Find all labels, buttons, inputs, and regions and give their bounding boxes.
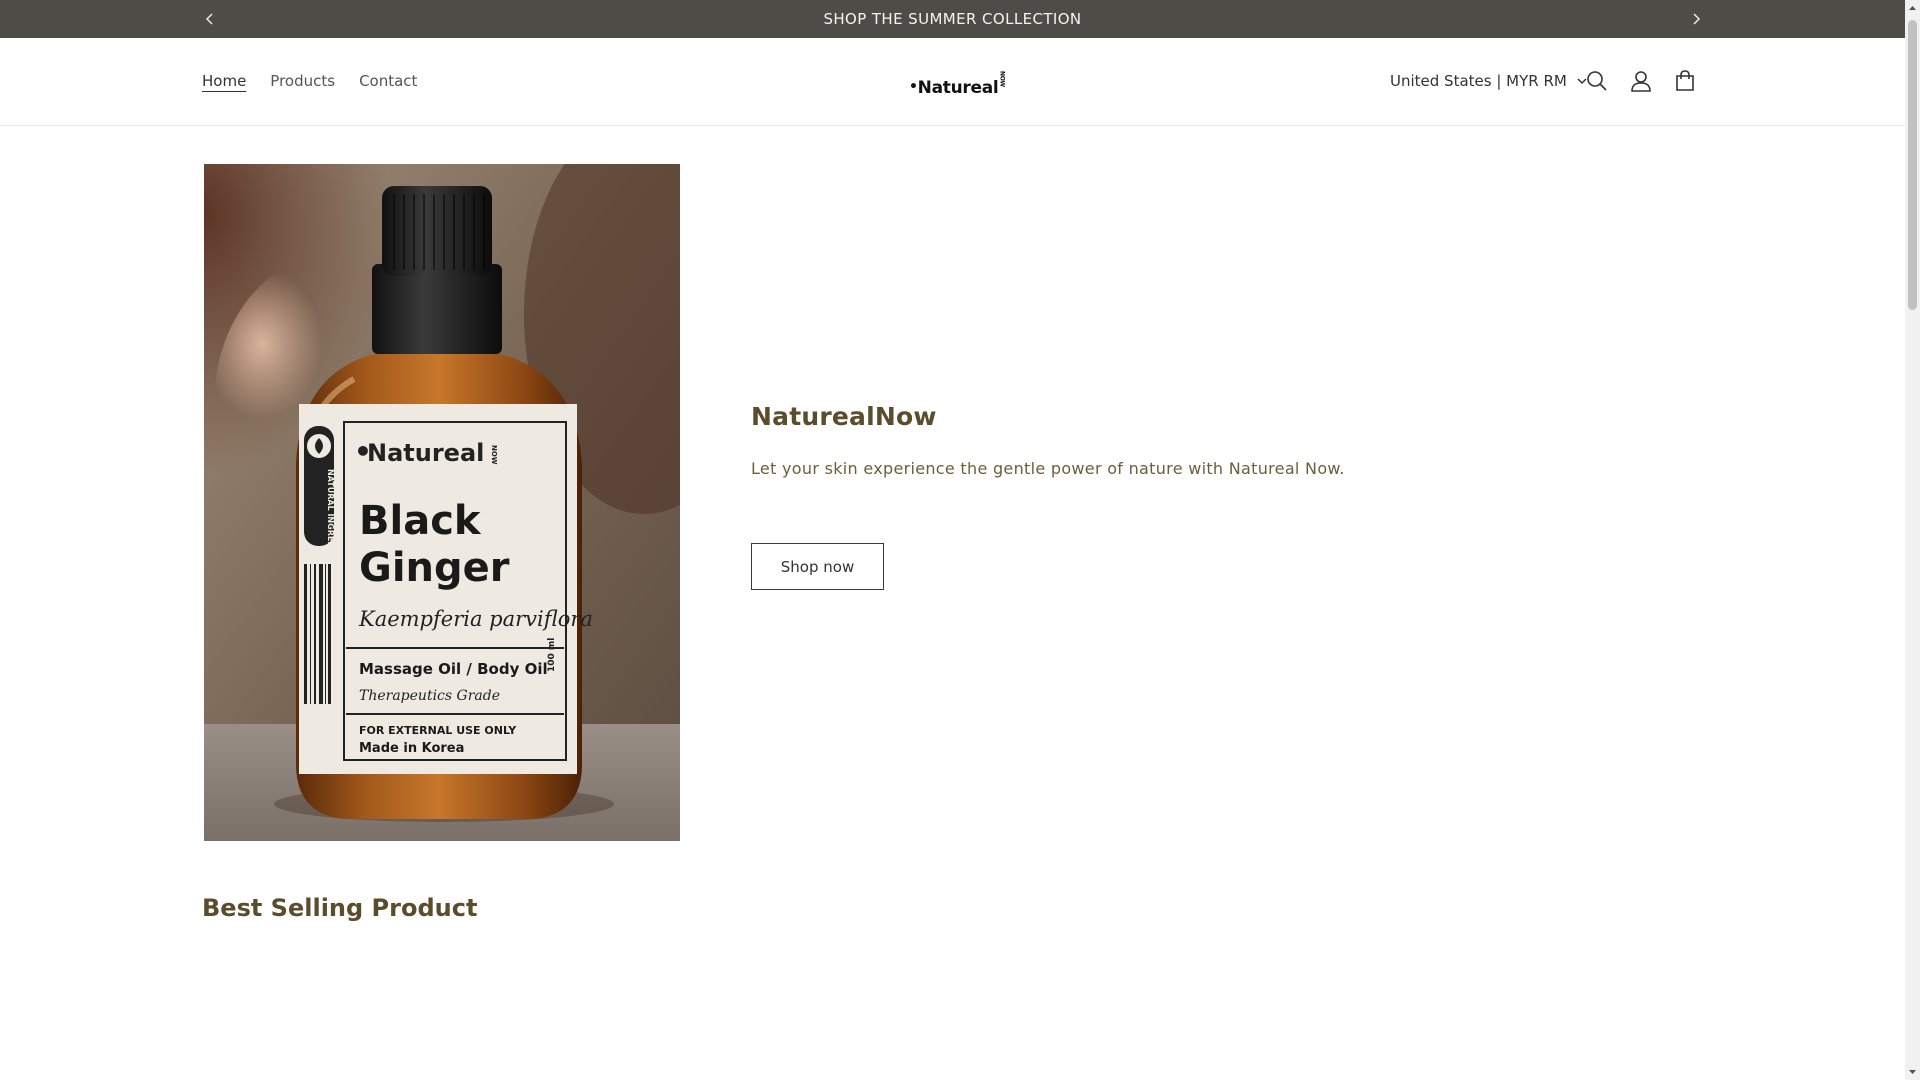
announcement-next-button[interactable] [1685,8,1707,30]
shop-now-button[interactable]: Shop now [751,543,884,590]
logo-mini: NOW [998,71,1006,87]
site-logo[interactable]: •NaturealNOW [909,71,1005,98]
search-button[interactable] [1582,66,1612,96]
scroll-up-arrow-icon[interactable] [1908,3,1917,13]
scrollbar-thumb[interactable] [1908,20,1917,310]
scroll-down-arrow-icon[interactable] [1908,1067,1917,1077]
main-nav: Home Products Contact [202,72,417,90]
bottle-type-text: Massage Oil / Body Oil [359,660,548,678]
announcement-bar: SHOP THE SUMMER COLLECTION [0,0,1905,38]
bottle-grade-text: Therapeutics Grade [359,688,500,704]
bottle-brand-mini-text: NOW [490,445,498,465]
bottle-product-line1: Black [359,498,482,544]
bottle-side-text: NATURAL INGREDIENTS [326,469,335,575]
site-header: Home Products Contact •NaturealNOW Unite… [0,38,1905,126]
bottle-warning-text: FOR EXTERNAL USE ONLY [359,724,517,737]
nav-contact-link[interactable]: Contact [359,72,417,90]
logo-dot: • [909,78,918,95]
nav-products-link[interactable]: Products [270,72,335,90]
hero-text-block: NaturealNow Let your skin experience the… [751,402,1345,478]
chevron-right-icon [1693,13,1701,25]
page-scrollbar[interactable] [1905,0,1920,1080]
bottle-latin-name: Kaempferia parviflora [358,607,593,631]
hero-product-image: NATURAL INGREDIENTS • Natureal NOW Black… [204,164,680,841]
cart-button[interactable] [1670,66,1700,96]
bottle-brand-text: Natureal [367,439,484,467]
account-button[interactable] [1626,66,1656,96]
best-selling-section-title: Best Selling Product [202,894,478,922]
announcement-text: SHOP THE SUMMER COLLECTION [823,10,1082,28]
nav-home-link[interactable]: Home [202,72,246,90]
account-icon [1631,71,1651,92]
logo-text: Natureal [917,77,999,98]
hero-title: NaturealNow [751,402,937,431]
bottle-volume-text: 100 ml [547,638,557,672]
search-icon [1587,71,1607,91]
hero-subtitle: Let your skin experience the gentle powe… [751,459,1345,478]
bottle-origin-text: Made in Korea [359,741,464,756]
country-selector[interactable]: United States | MYR RM [1390,72,1587,90]
black-ginger-bottle-image: NATURAL INGREDIENTS • Natureal NOW Black… [204,164,680,841]
country-selector-label: United States | MYR RM [1390,72,1567,90]
bottle-product-line2: Ginger [359,545,510,591]
cart-icon [1676,70,1694,91]
